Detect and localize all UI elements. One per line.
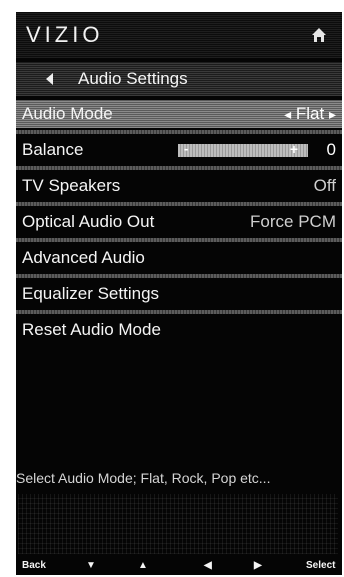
- menu-item-balance[interactable]: Balance - + 0: [16, 136, 342, 164]
- balance-minus-icon: -: [184, 141, 189, 156]
- balance-value: 0: [326, 140, 336, 159]
- menu-item-tv-speakers[interactable]: TV Speakers Off: [16, 172, 342, 200]
- tv-screen: VIZIO Audio Settings Audio Mode ◂ Flat ▸…: [0, 0, 344, 577]
- vizio-logo: VIZIO: [26, 22, 104, 47]
- back-button[interactable]: Back: [22, 560, 46, 571]
- page-title: Audio Settings: [78, 69, 188, 88]
- optical-audio-out-label: Optical Audio Out: [22, 212, 155, 231]
- menu-item-reset-audio-mode[interactable]: Reset Audio Mode: [16, 316, 342, 344]
- tv-speakers-label: TV Speakers: [22, 176, 121, 195]
- left-arrow-icon[interactable]: [44, 72, 54, 86]
- row-divider: [16, 130, 342, 134]
- left-chevron-icon[interactable]: ◂: [284, 106, 291, 123]
- balance-slider[interactable]: - +: [178, 141, 308, 157]
- advanced-audio-label: Advanced Audio: [22, 248, 145, 267]
- balance-label: Balance: [22, 140, 84, 159]
- menu-item-audio-mode[interactable]: Audio Mode ◂ Flat ▸: [16, 100, 342, 128]
- optical-audio-out-value: Force PCM: [250, 212, 336, 231]
- help-text: Select Audio Mode; Flat, Rock, Pop etc..…: [16, 470, 271, 486]
- right-chevron-icon[interactable]: ▸: [329, 106, 336, 123]
- breadcrumb: Audio Settings: [16, 62, 342, 96]
- right-arrow-icon[interactable]: ▶: [254, 560, 262, 571]
- reset-audio-mode-label: Reset Audio Mode: [22, 320, 161, 339]
- tv-speakers-value: Off: [313, 176, 336, 195]
- menu-item-optical-audio-out[interactable]: Optical Audio Out Force PCM: [16, 208, 342, 236]
- remote-controls-bar: Back ▼ ▲ ◀ ▶ Select: [16, 558, 342, 575]
- hint-background-texture: [18, 494, 338, 554]
- select-button[interactable]: Select: [306, 560, 335, 571]
- audio-mode-selected-value: Flat: [295, 104, 325, 123]
- equalizer-settings-label: Equalizer Settings: [22, 284, 160, 303]
- balance-plus-icon: +: [289, 141, 298, 157]
- row-divider: [16, 238, 342, 242]
- left-arrow-icon[interactable]: ◀: [204, 560, 212, 571]
- row-divider: [16, 310, 342, 314]
- home-icon[interactable]: [310, 26, 328, 44]
- audio-mode-label: Audio Mode: [22, 104, 113, 123]
- logo-bar: VIZIO: [16, 12, 342, 58]
- row-divider: [16, 274, 342, 278]
- menu-panel: VIZIO Audio Settings Audio Mode ◂ Flat ▸…: [16, 12, 342, 575]
- down-arrow-icon[interactable]: ▼: [86, 560, 96, 571]
- audio-mode-value: ◂ Flat ▸: [284, 104, 336, 124]
- menu-item-equalizer-settings[interactable]: Equalizer Settings: [16, 280, 342, 308]
- menu-item-advanced-audio[interactable]: Advanced Audio: [16, 244, 342, 272]
- row-divider: [16, 166, 342, 170]
- row-divider: [16, 202, 342, 206]
- up-arrow-icon[interactable]: ▲: [138, 560, 148, 571]
